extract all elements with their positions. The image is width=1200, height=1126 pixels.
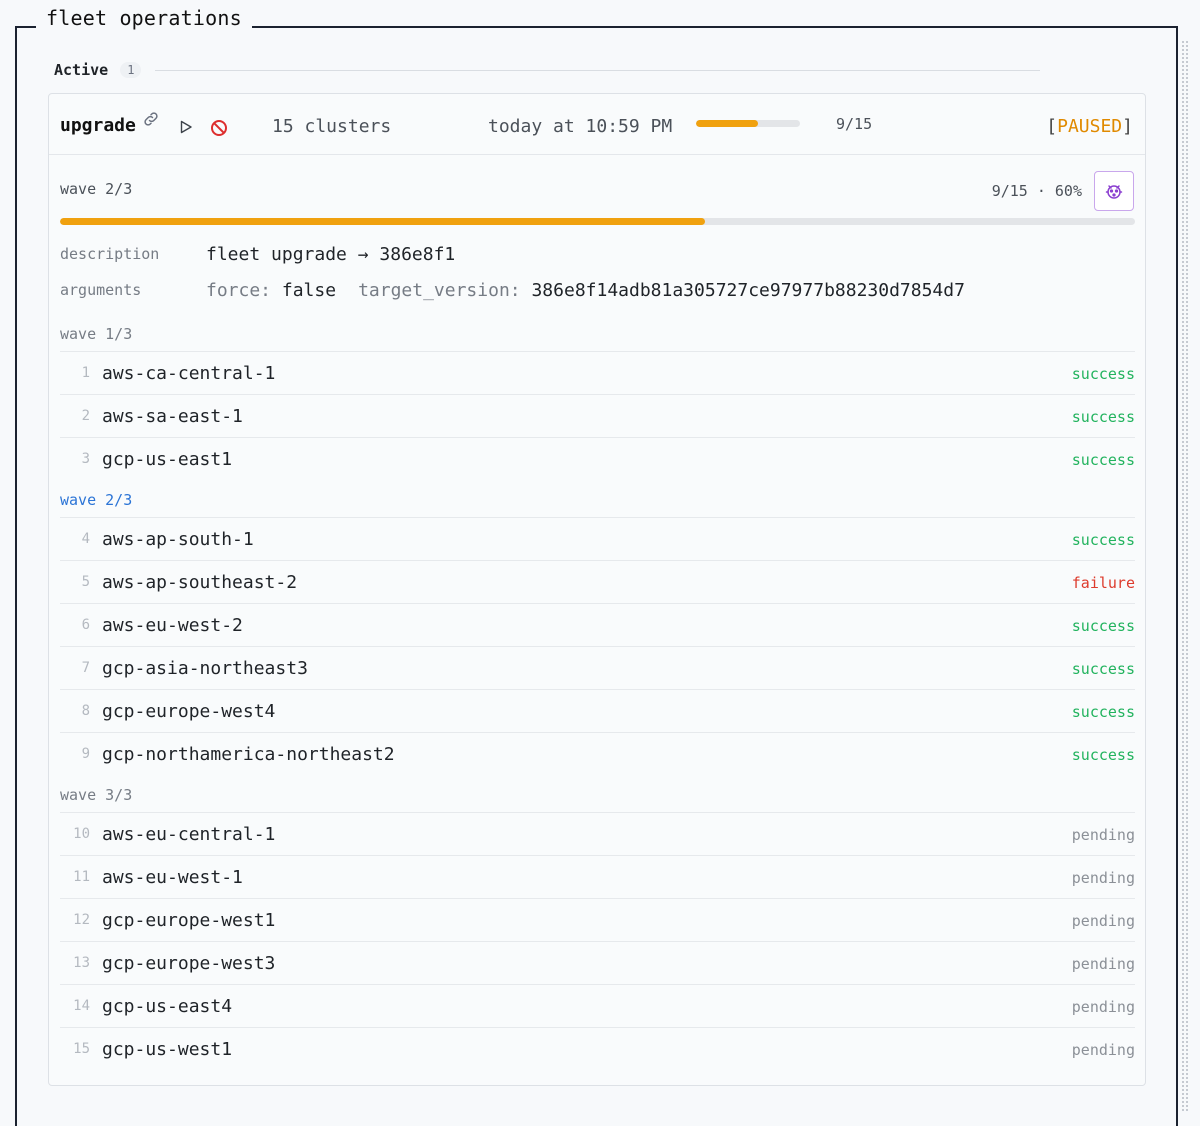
cluster-row[interactable]: 5 aws-ap-southeast-2 failure: [60, 560, 1135, 603]
cluster-name: gcp-europe-west1: [102, 910, 276, 931]
cluster-name: aws-ap-southeast-2: [102, 572, 298, 593]
cluster-status: success: [1071, 531, 1135, 549]
arguments-label: arguments: [60, 281, 142, 299]
cluster-name: aws-eu-central-1: [102, 824, 276, 845]
description-value: fleet upgrade → 386e8f1: [206, 244, 456, 265]
cluster-name: aws-ap-south-1: [102, 529, 254, 550]
cluster-status: success: [1071, 746, 1135, 764]
cluster-name: gcp-us-east4: [102, 996, 233, 1017]
wave-progress-fill: [60, 218, 705, 225]
tab-active-count: 1: [120, 62, 142, 78]
cluster-row[interactable]: 9 gcp-northamerica-northeast2 success: [60, 732, 1135, 775]
operation-time: today at 10:59 PM: [488, 116, 673, 137]
debug-button[interactable]: [1094, 171, 1134, 211]
cluster-name: gcp-asia-northeast3: [102, 658, 308, 679]
cluster-row[interactable]: 11 aws-eu-west-1 pending: [60, 855, 1135, 898]
cluster-status: pending: [1071, 998, 1135, 1016]
panel-title: fleet operations: [36, 6, 252, 30]
cluster-row[interactable]: 14 gcp-us-east4 pending: [60, 984, 1135, 1027]
cluster-status: success: [1071, 365, 1135, 383]
operation-card: upgrade 15 clusters today at 10:59 PM 9/…: [48, 93, 1146, 1086]
cluster-row[interactable]: 1 aws-ca-central-1 success: [60, 351, 1135, 394]
arguments-list: force: false target_version: 386e8f14adb8…: [206, 280, 965, 301]
cluster-status: success: [1071, 617, 1135, 635]
wave-group-label: wave 2/3: [60, 491, 133, 509]
play-icon[interactable]: [178, 119, 194, 135]
cluster-name: gcp-us-west1: [102, 1039, 233, 1060]
cluster-row[interactable]: 4 aws-ap-south-1 success: [60, 517, 1135, 560]
cluster-row[interactable]: 8 gcp-europe-west4 success: [60, 689, 1135, 732]
cluster-name: aws-eu-west-2: [102, 615, 243, 636]
cluster-status: pending: [1071, 955, 1135, 973]
cluster-status: success: [1071, 660, 1135, 678]
cluster-name: gcp-northamerica-northeast2: [102, 744, 395, 765]
status-text: PAUSED: [1057, 116, 1123, 137]
link-icon[interactable]: [142, 110, 160, 128]
cluster-name: gcp-europe-west3: [102, 953, 276, 974]
operation-header[interactable]: upgrade 15 clusters today at 10:59 PM 9/…: [49, 94, 1145, 155]
cluster-row[interactable]: 2 aws-sa-east-1 success: [60, 394, 1135, 437]
cluster-row[interactable]: 10 aws-eu-central-1 pending: [60, 812, 1135, 855]
cluster-status: pending: [1071, 1041, 1135, 1059]
cluster-status: success: [1071, 451, 1135, 469]
tab-bar: Active 1: [54, 58, 1040, 82]
operation-progress-count: 9/15: [836, 115, 873, 133]
cluster-name: aws-sa-east-1: [102, 406, 243, 427]
argument-value: 386e8f14adb81a305727ce97977b88230d7854d7: [531, 280, 965, 301]
tab-divider: [155, 69, 1040, 71]
cluster-row[interactable]: 15 gcp-us-west1 pending: [60, 1027, 1135, 1070]
wave-group-label: wave 1/3: [60, 325, 133, 343]
cluster-status: success: [1071, 408, 1135, 426]
argument-key: target_version:: [358, 280, 521, 301]
cluster-status: pending: [1071, 826, 1135, 844]
cluster-name: aws-ca-central-1: [102, 363, 276, 384]
current-wave-label: wave 2/3: [60, 180, 133, 198]
cluster-row[interactable]: 7 gcp-asia-northeast3 success: [60, 646, 1135, 689]
cluster-row[interactable]: 3 gcp-us-east1 success: [60, 437, 1135, 480]
cluster-status: success: [1071, 703, 1135, 721]
cluster-name: aws-eu-west-1: [102, 867, 243, 888]
cluster-name: gcp-europe-west4: [102, 701, 276, 722]
status-badge: [PAUSED]: [1046, 116, 1133, 137]
operation-progress-fill: [696, 120, 759, 127]
wave-progress-bar: [60, 218, 1135, 225]
argument-key: force:: [206, 280, 272, 301]
current-wave-count: 9/15 · 60%: [991, 182, 1082, 200]
operation-progress-bar: [696, 120, 800, 127]
wave-group-label: wave 3/3: [60, 786, 133, 804]
cluster-row[interactable]: 12 gcp-europe-west1 pending: [60, 898, 1135, 941]
operation-name: upgrade: [60, 115, 136, 136]
description-label: description: [60, 245, 160, 263]
cluster-count: 15 clusters: [272, 116, 392, 137]
cluster-status: pending: [1071, 869, 1135, 887]
bug-icon: [1105, 185, 1123, 199]
tab-active[interactable]: Active: [54, 61, 108, 79]
panel-edge-decoration: [1181, 40, 1189, 1113]
cancel-icon[interactable]: [210, 119, 228, 137]
cluster-row[interactable]: 13 gcp-europe-west3 pending: [60, 941, 1135, 984]
cluster-status: pending: [1071, 912, 1135, 930]
argument-value: false: [281, 280, 337, 301]
cluster-name: gcp-us-east1: [102, 449, 233, 470]
cluster-status: failure: [1071, 574, 1135, 592]
cluster-row[interactable]: 6 aws-eu-west-2 success: [60, 603, 1135, 646]
